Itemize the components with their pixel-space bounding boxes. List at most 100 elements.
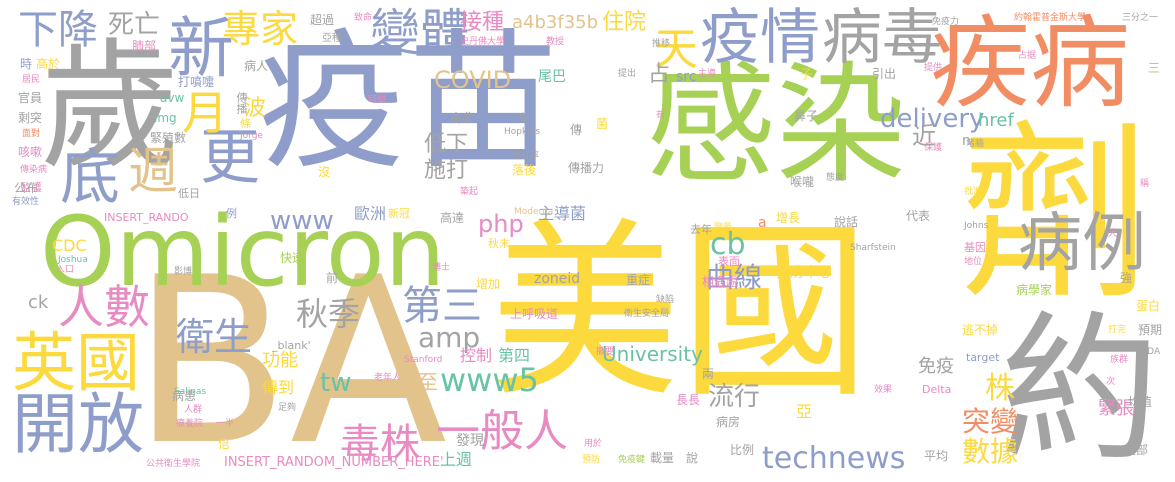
word-dixia: 低下	[424, 132, 469, 157]
word-yingguo: 英國	[12, 327, 140, 401]
word-chuan: 傳	[570, 123, 583, 137]
word-qiang: 強	[1120, 271, 1133, 285]
word-diri: 低日	[178, 187, 200, 200]
word-zuqun: 族群	[1110, 355, 1129, 365]
word-pingjun: 平均	[924, 449, 949, 463]
word-diwei: 地位	[964, 257, 983, 267]
word-houlong: 喉嚨	[790, 175, 815, 189]
word-yinchu: 引出	[872, 67, 897, 81]
word-zhan: 占	[648, 62, 671, 87]
word-shijian: 時間	[368, 95, 387, 105]
word-dapenti: 打噴嚏	[178, 75, 215, 89]
word-gonggongweisheng: 公共衛生學院	[146, 459, 201, 469]
word-shanghuxidao: 上呼吸道	[510, 307, 559, 321]
word-img: img	[154, 111, 177, 125]
word-renshu: 人數	[58, 280, 150, 334]
word-zhiming: 致命	[354, 13, 373, 23]
word-kesou: 咳嗽	[18, 145, 43, 159]
word-kuaisu: 快速	[280, 251, 305, 265]
word-yiban: 一半	[216, 419, 235, 429]
word-joshua: Joshua	[58, 255, 88, 265]
word-bingdu: 病毒	[822, 3, 942, 73]
word-luohou: 落後	[512, 163, 537, 177]
word-yongyu: 用於	[584, 439, 603, 449]
word-hopkins: Hopkins	[504, 127, 541, 137]
word-jiezhong: 接種	[460, 10, 505, 35]
word-bingli: 病例	[1018, 207, 1146, 281]
word-li: 例	[226, 207, 237, 220]
word-yazhong: 亞種	[322, 33, 342, 44]
word-liang: 兩	[702, 367, 715, 381]
word-tigong: 提供	[924, 63, 943, 73]
word-zhudao: 主導	[698, 69, 717, 79]
word-shuohua: 說話	[834, 215, 859, 229]
word-gao: 高	[518, 113, 528, 124]
word-xiajiang: 下降	[18, 7, 98, 53]
word-shidalv: 施打率	[512, 151, 540, 161]
word-yufang2: 預防	[582, 455, 601, 465]
word-www5: www5	[440, 361, 539, 399]
word-moderna: Moderna	[514, 207, 554, 217]
word-biaomian: 表面	[718, 255, 740, 268]
word-zailiang: 載量	[650, 451, 675, 465]
word-di: 底	[60, 143, 120, 213]
word-zhanju: 占据	[1018, 51, 1037, 61]
word-tichu: 提出	[618, 69, 637, 79]
word-avw: avw	[160, 91, 185, 105]
word-pizhun: 批准	[964, 187, 983, 197]
word-university: University	[602, 342, 703, 366]
word-insert-random: INSERT_RANDOM_NUMBER_HERE'	[224, 455, 444, 470]
word-yue2: 月	[182, 86, 228, 140]
word-mei: 沒	[318, 165, 331, 179]
word-nanfei: 南非	[450, 111, 475, 125]
word-san: 三	[1148, 61, 1161, 75]
word-miandui: 面對	[22, 129, 41, 139]
word-tubian: 突變	[962, 405, 1019, 438]
word-weisheng: 衛生	[176, 315, 253, 359]
word-changchang: 長長	[676, 393, 701, 407]
word-liuxing: 流行	[708, 382, 761, 412]
word-feibu: 肺部	[132, 39, 157, 53]
word-jumin: 居民	[22, 75, 41, 85]
word-cheng: 稱	[1140, 179, 1150, 189]
word-zhu: 株	[985, 371, 1015, 406]
word-houbu: 後部	[1124, 443, 1149, 457]
word-chuanbo: 傳播	[235, 92, 248, 114]
word-rukou: 入口	[56, 265, 75, 275]
word-xiangyuchu: 相遇處	[702, 275, 739, 289]
word-jiangzhi: 降至	[398, 370, 438, 394]
word-cloud: 美國 疫苗 感染 BA Omicron 疾病 歲 劑 約 疫情 病毒 開放 英國…	[0, 0, 1175, 482]
word-xiaoguo: 效果	[874, 385, 893, 395]
word-gaoda: 高達	[440, 211, 465, 225]
word-ci: 次	[1106, 377, 1116, 387]
word-zhongzheng: 重症	[626, 273, 651, 287]
word-youxiaoxing: 有效性	[12, 197, 40, 207]
word-qiumo: 秋末	[488, 237, 510, 250]
word-taobudiao: 逃不掉	[962, 323, 999, 337]
word-zhuyuan: 住院	[602, 10, 647, 35]
word-liaoyangyuan: 療養院	[176, 419, 204, 429]
word-stanford-zh: 史丹佛大學	[460, 37, 506, 47]
word-quexian: 缺陷	[656, 295, 675, 305]
word-daibiao: 代表	[906, 209, 931, 223]
word-www: www	[270, 206, 334, 236]
word-duqiang: 堵牆	[966, 139, 985, 149]
word-gongbu: 公布	[14, 181, 39, 195]
word-jiaoshou: 教授	[546, 37, 565, 47]
word-boshi: 博士	[432, 263, 451, 273]
word-chaoguo: 超過	[310, 13, 335, 27]
word-zoneid: zoneid	[534, 271, 581, 287]
word-jiliang: 剛量	[714, 223, 733, 233]
word-kaifang: 開放	[12, 386, 144, 463]
word-qunian: 去年	[690, 223, 712, 236]
word-guanyuan: 官員	[18, 91, 43, 105]
word-junzhi: 均值	[1128, 395, 1153, 409]
word-blank: _blank'	[272, 339, 311, 352]
word-disi: 第四	[498, 346, 531, 365]
word-renqun: 人群	[184, 405, 203, 415]
word-laonianren: 老年人	[374, 373, 402, 383]
word-shangzhou: 上週	[440, 450, 473, 469]
word-shuo: 說	[686, 451, 699, 465]
word-binghuan: 病患	[172, 389, 197, 403]
word-yuqi: 預期	[1138, 323, 1163, 337]
